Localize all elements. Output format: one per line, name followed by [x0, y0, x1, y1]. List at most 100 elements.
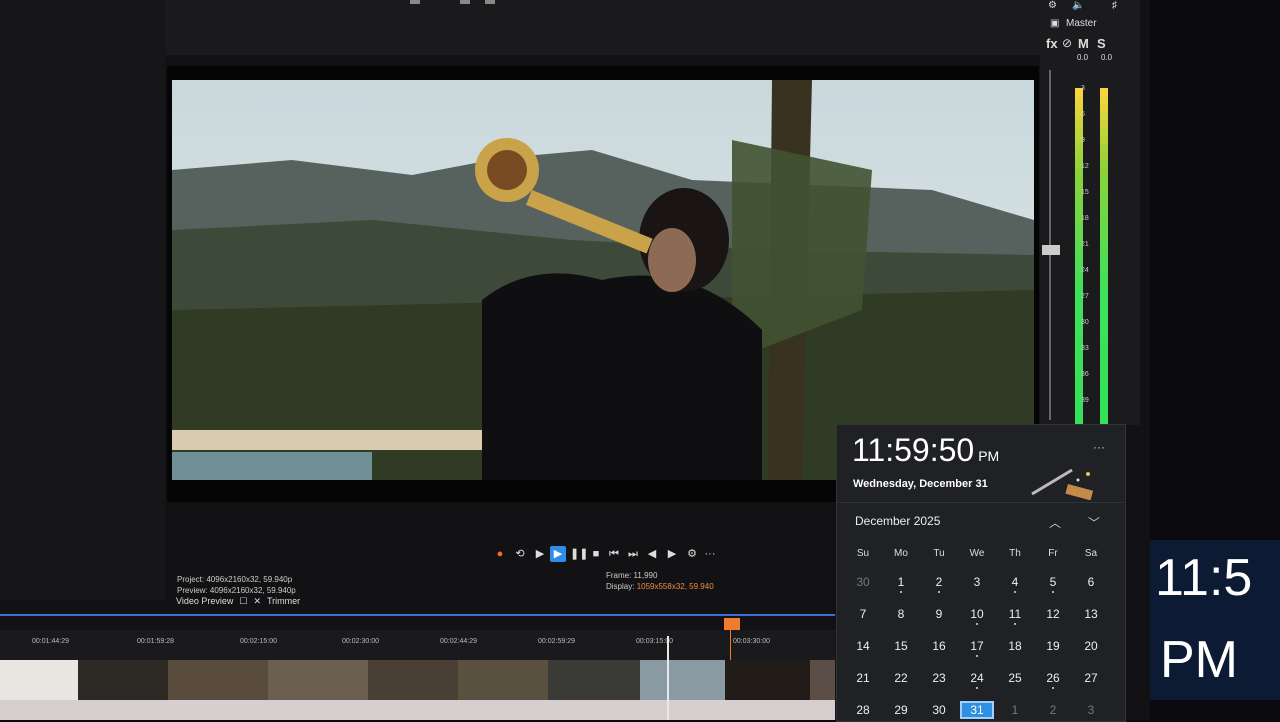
- calendar-day[interactable]: 1: [886, 575, 916, 593]
- calendar-day[interactable]: 17: [962, 639, 992, 657]
- calendar-day[interactable]: 21: [848, 671, 878, 685]
- calendar-day[interactable]: 2: [1038, 703, 1068, 717]
- timecode: 00:02:59:29: [538, 638, 575, 645]
- audio-track[interactable]: [0, 700, 835, 720]
- marker-flag[interactable]: [724, 618, 740, 630]
- calendar-day[interactable]: 14: [848, 639, 878, 653]
- next-frame-icon[interactable]: ▶: [664, 546, 680, 562]
- calendar-day[interactable]: 2: [924, 575, 954, 593]
- clip-thumbnail[interactable]: [168, 660, 268, 700]
- clock-time-value: 11:59:50: [852, 432, 975, 468]
- calendar-day[interactable]: 28: [848, 703, 878, 717]
- loop-icon[interactable]: ⟲: [512, 546, 528, 562]
- calendar-day[interactable]: 24: [962, 671, 992, 689]
- chevron-up-icon[interactable]: ︿: [1049, 514, 1061, 531]
- tab-close-icon[interactable]: ✕: [253, 596, 261, 606]
- video-track[interactable]: [0, 660, 835, 700]
- mute-button[interactable]: M: [1078, 36, 1089, 51]
- link-icon[interactable]: ⊘: [1062, 36, 1072, 50]
- calendar-day[interactable]: 29: [886, 703, 916, 717]
- calendar-day[interactable]: 16: [924, 639, 954, 653]
- calendar-day[interactable]: 10: [962, 607, 992, 625]
- calendar-day[interactable]: 11: [1000, 607, 1030, 625]
- clip-thumbnail[interactable]: [810, 660, 835, 700]
- preview-tabs: Video Preview ☐ ✕ Trimmer: [176, 596, 306, 610]
- calendar-day[interactable]: 8: [886, 607, 916, 621]
- mixer-icon[interactable]: ♯: [1112, 0, 1117, 11]
- clip-thumbnail[interactable]: [268, 660, 368, 700]
- clip-thumbnail[interactable]: [640, 660, 725, 700]
- left-panel: [0, 0, 165, 600]
- settings-icon[interactable]: ⚙: [684, 546, 700, 562]
- clip-thumbnail[interactable]: [458, 660, 548, 700]
- calendar-day[interactable]: 30: [924, 703, 954, 717]
- calendar-weekday: We: [969, 548, 985, 559]
- go-to-start-icon[interactable]: ⏮: [606, 546, 622, 562]
- calendar-day[interactable]: 25: [1000, 671, 1030, 685]
- clock-date: Wednesday, December 31: [853, 478, 988, 490]
- go-to-end-icon[interactable]: ⏭: [625, 546, 641, 562]
- toolbar-icon[interactable]: [485, 0, 495, 4]
- chevron-down-icon[interactable]: ﹀: [1088, 514, 1100, 531]
- toolbar-icon[interactable]: [410, 0, 420, 4]
- calendar-month[interactable]: December 2025: [855, 514, 940, 528]
- more-icon[interactable]: ···: [702, 546, 718, 562]
- previous-frame-icon[interactable]: ◀: [644, 546, 660, 562]
- clip-thumbnail[interactable]: [0, 660, 78, 700]
- clip-thumbnail[interactable]: [725, 660, 810, 700]
- gear-icon[interactable]: ⚙: [1048, 0, 1057, 11]
- stop-button[interactable]: ■: [588, 546, 604, 562]
- calendar-day[interactable]: 15: [886, 639, 916, 653]
- fx-button[interactable]: fx: [1046, 36, 1058, 51]
- calendar-day[interactable]: 30: [848, 575, 878, 589]
- meter-scale-label: 9: [1081, 137, 1085, 144]
- frame-info: Frame: 11,990: [606, 571, 658, 580]
- calendar-day[interactable]: 18: [1000, 639, 1030, 653]
- calendar-day[interactable]: 19: [1038, 639, 1068, 653]
- event-dot: [1014, 623, 1016, 625]
- tab-checkbox-icon[interactable]: ☐: [239, 596, 247, 606]
- timecode: 00:02:15:00: [240, 638, 277, 645]
- master-icon: ▣: [1050, 18, 1060, 29]
- solo-button[interactable]: S: [1097, 36, 1106, 51]
- calendar-weekday: Tu: [933, 548, 945, 559]
- calendar-day[interactable]: 6: [1076, 575, 1106, 589]
- calendar-day[interactable]: 5: [1038, 575, 1068, 593]
- toolbar-icon[interactable]: [460, 0, 470, 4]
- calendar-day[interactable]: 1: [1000, 703, 1030, 717]
- calendar-day[interactable]: 23: [924, 671, 954, 685]
- second-monitor-time: 11:5: [1155, 549, 1253, 607]
- tab-video-preview[interactable]: Video Preview: [176, 596, 233, 606]
- playhead[interactable]: [667, 636, 669, 720]
- calendar-day[interactable]: 12: [1038, 607, 1068, 621]
- calendar-day[interactable]: 13: [1076, 607, 1106, 621]
- calendar-day[interactable]: 9: [924, 607, 954, 621]
- clip-thumbnail[interactable]: [368, 660, 458, 700]
- calendar-day[interactable]: 26: [1038, 671, 1068, 689]
- meter-scale-label: 36: [1081, 371, 1089, 378]
- calendar-day[interactable]: 3: [1076, 703, 1106, 717]
- play-from-start-icon[interactable]: ▶: [532, 546, 548, 562]
- timeline-ruler[interactable]: 00:01:44:29 00:01:59:28 00:02:15:00 00:0…: [0, 630, 835, 660]
- calendar-day[interactable]: 27: [1076, 671, 1106, 685]
- calendar-day[interactable]: 20: [1076, 639, 1106, 653]
- calendar-day[interactable]: 7: [848, 607, 878, 621]
- more-options-icon[interactable]: ···: [1093, 440, 1105, 454]
- calendar-day[interactable]: 31: [960, 701, 994, 719]
- master-label: Master: [1066, 18, 1097, 29]
- display-label: Display:: [606, 582, 635, 591]
- timecode: 00:03:30:00: [733, 638, 770, 645]
- volume-fader[interactable]: [1042, 245, 1060, 255]
- clip-thumbnail[interactable]: [548, 660, 640, 700]
- record-icon[interactable]: ●: [492, 546, 508, 562]
- clip-thumbnail[interactable]: [78, 660, 168, 700]
- volume-icon[interactable]: 🔈: [1072, 0, 1084, 11]
- calendar-day[interactable]: 3: [962, 575, 992, 589]
- calendar-day[interactable]: 22: [886, 671, 916, 685]
- calendar-day[interactable]: 4: [1000, 575, 1030, 593]
- tab-trimmer[interactable]: Trimmer: [267, 596, 300, 606]
- play-button[interactable]: ▶: [550, 546, 566, 562]
- timecode: 00:02:44:29: [440, 638, 477, 645]
- project-info: Project: 4096x2160x32, 59.940p: [177, 575, 293, 584]
- pause-button[interactable]: ❚❚: [570, 546, 588, 562]
